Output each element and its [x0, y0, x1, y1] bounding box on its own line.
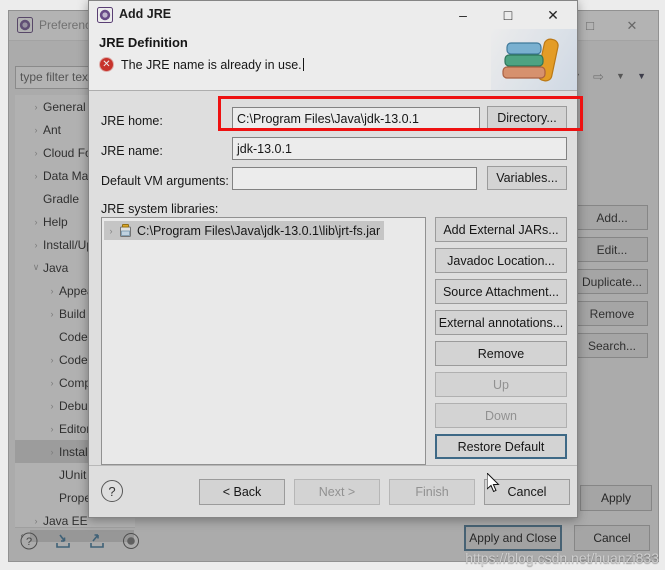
preferences-cancel-button[interactable]: Cancel — [574, 525, 650, 551]
vm-arguments-input[interactable] — [232, 167, 477, 190]
expand-chevron-icon[interactable]: › — [104, 226, 118, 236]
vm-arguments-label: Default VM arguments: — [101, 174, 229, 188]
import-icon[interactable] — [53, 531, 73, 551]
chevron-down-icon[interactable]: ∨ — [29, 262, 43, 273]
eclipse-icon — [17, 17, 33, 33]
preferences-maximize-button[interactable]: □ — [574, 11, 606, 40]
next-button: Next > — [294, 479, 380, 505]
chevron-right-icon[interactable]: › — [29, 102, 43, 112]
sidebar-item-label: Java EE — [43, 513, 88, 528]
export-icon[interactable] — [87, 531, 107, 551]
chevron-right-icon[interactable]: › — [45, 286, 59, 296]
variables-button[interactable]: Variables... — [487, 166, 567, 190]
add-jre-titlebar: Add JRE – □ ✕ — [89, 1, 577, 29]
preferences-toolbar: ▼ ⇨ ▼ ▼ — [566, 63, 652, 89]
sidebar-item-label: General — [43, 99, 86, 114]
add-jre-header: JRE Definition ✕ The JRE name is already… — [89, 29, 577, 91]
svg-text:?: ? — [26, 536, 32, 548]
directory-button[interactable]: Directory... — [487, 106, 567, 130]
error-icon: ✕ — [99, 57, 114, 72]
chevron-right-icon[interactable]: › — [29, 217, 43, 227]
preferences-bottom-icons: ? — [19, 531, 141, 551]
prefs-duplicate-button[interactable]: Duplicate... — [576, 269, 648, 294]
help-icon[interactable]: ? — [101, 480, 123, 502]
javadoc-location-button[interactable]: Javadoc Location... — [435, 248, 567, 273]
add-external-jars-button[interactable]: Add External JARs... — [435, 217, 567, 242]
watermark-text: https://blog.csdn.net/huanzi833 — [465, 550, 659, 566]
jre-name-label: JRE name: — [101, 144, 163, 158]
prefs-search-button[interactable]: Search... — [576, 333, 648, 358]
jre-home-input[interactable]: C:\Program Files\Java\jdk-13.0.1 — [232, 107, 480, 130]
library-list-item[interactable]: › C:\Program Files\Java\jdk-13.0.1\lib\j… — [104, 221, 385, 240]
add-jre-footer: ? < Back Next > Finish Cancel — [89, 465, 577, 517]
restore-default-button[interactable]: Restore Default — [435, 434, 567, 459]
chevron-right-icon[interactable]: › — [45, 309, 59, 319]
menu-dropdown-icon[interactable]: ▼ — [637, 71, 646, 81]
apply-and-close-button[interactable]: Apply and Close — [464, 525, 562, 551]
help-icon[interactable]: ? — [19, 531, 39, 551]
prefs-add-button[interactable]: Add... — [576, 205, 648, 230]
remove-library-button[interactable]: Remove — [435, 341, 567, 366]
library-path-label: C:\Program Files\Java\jdk-13.0.1\lib\jrt… — [137, 223, 381, 238]
chevron-right-icon[interactable]: › — [45, 424, 59, 434]
jar-icon — [118, 223, 133, 238]
move-down-button: Down — [435, 403, 567, 428]
add-jre-close-button[interactable]: ✕ — [531, 1, 575, 29]
chevron-right-icon[interactable]: › — [29, 148, 43, 158]
chevron-right-icon[interactable]: › — [45, 355, 59, 365]
sidebar-item-label: Java — [43, 260, 69, 275]
chevron-right-icon[interactable]: › — [29, 240, 43, 250]
books-illustration — [491, 29, 577, 90]
prefs-remove-button[interactable]: Remove — [576, 301, 648, 326]
add-jre-body: JRE home: C:\Program Files\Java\jdk-13.0… — [89, 91, 577, 465]
chevron-right-icon[interactable]: › — [29, 125, 43, 135]
add-jre-maximize-button[interactable]: □ — [486, 1, 530, 29]
sidebar-item-label: Gradle — [43, 191, 80, 206]
sidebar-item-label: Install/Up — [43, 237, 94, 252]
sidebar-item-label: Help — [43, 214, 68, 229]
forward-arrow-icon[interactable]: ⇨ — [593, 70, 604, 83]
chevron-right-icon[interactable]: › — [45, 401, 59, 411]
target-icon[interactable] — [121, 531, 141, 551]
sidebar-item-label: Ant — [43, 122, 62, 137]
desktop-background: Preferences – □ ✕ type filter tex ▼ ⇨ ▼ … — [0, 0, 665, 570]
move-up-button: Up — [435, 372, 567, 397]
prefs-apply-button[interactable]: Apply — [580, 485, 652, 511]
error-message-text: The JRE name is already in use. — [121, 57, 304, 72]
preferences-close-button[interactable]: ✕ — [616, 11, 648, 40]
back-button[interactable]: < Back — [199, 479, 285, 505]
chevron-right-icon[interactable]: › — [29, 171, 43, 181]
eclipse-icon — [97, 7, 113, 23]
chevron-right-icon[interactable]: › — [45, 378, 59, 388]
add-jre-title: Add JRE — [119, 7, 172, 21]
jre-system-libraries-list[interactable]: › C:\Program Files\Java\jdk-13.0.1\lib\j… — [101, 217, 426, 465]
finish-button: Finish — [389, 479, 475, 505]
chevron-right-icon[interactable]: › — [29, 516, 43, 526]
add-jre-dialog: Add JRE – □ ✕ JRE Definition ✕ The JRE n… — [88, 0, 578, 518]
error-message-row: ✕ The JRE name is already in use. — [99, 57, 304, 72]
jre-home-label: JRE home: — [101, 114, 163, 128]
chevron-right-icon[interactable]: › — [45, 447, 59, 457]
forward-dropdown-icon[interactable]: ▼ — [616, 71, 625, 81]
sidebar-item-label: JUnit — [59, 467, 87, 482]
jre-definition-heading: JRE Definition — [99, 35, 188, 50]
sidebar-item-label: Editor — [59, 421, 91, 436]
jre-name-input[interactable]: jdk-13.0.1 — [232, 137, 567, 160]
external-annotations-button[interactable]: External annotations... — [435, 310, 567, 335]
add-jre-minimize-button[interactable]: – — [441, 1, 485, 29]
cancel-button[interactable]: Cancel — [484, 479, 570, 505]
source-attachment-button[interactable]: Source Attachment... — [435, 279, 567, 304]
prefs-edit-button[interactable]: Edit... — [576, 237, 648, 262]
